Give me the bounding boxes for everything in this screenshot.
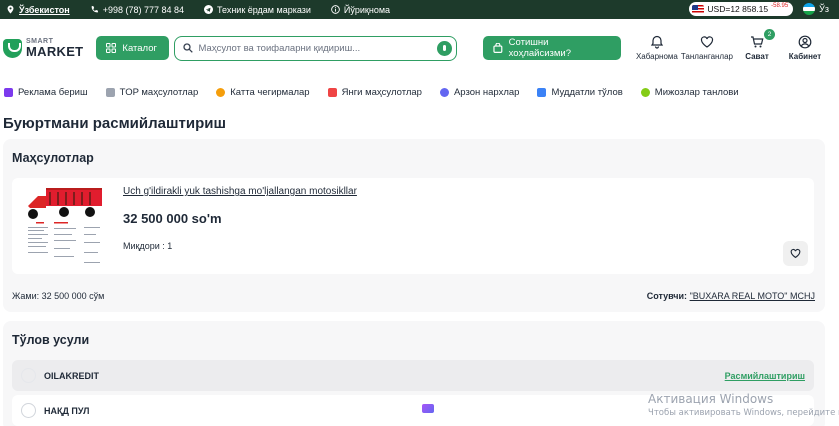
- cart-button[interactable]: 2 Сават: [733, 29, 781, 61]
- search-placeholder: Маҳсулот ва тоифаларни қидириш...: [198, 42, 361, 54]
- payment-radio[interactable]: [21, 403, 36, 418]
- usd-rate: USD=12 858.15: [707, 4, 769, 14]
- calendar-icon: [537, 87, 547, 97]
- account-label: Кабинет: [788, 52, 822, 61]
- payment-option-label: OILAKREDIT: [44, 370, 99, 381]
- nav-label: Мижозлар танлови: [654, 86, 739, 98]
- top-icon: [105, 87, 115, 97]
- main-header: SMART MARKET Каталог Маҳсулот ва тоифала…: [0, 19, 839, 77]
- phone-icon: [91, 5, 98, 13]
- microphone-icon[interactable]: [436, 40, 452, 56]
- shopping-bag-icon: [493, 43, 503, 53]
- language-switcher[interactable]: Ўз: [803, 3, 829, 15]
- top-bar: Ўзбекистон +998 (78) 777 84 84 Техник ёр…: [0, 0, 839, 19]
- heart-icon: [700, 36, 714, 48]
- products-title: Маҳсулотлар: [12, 151, 94, 165]
- usd-delta: -58.95: [771, 3, 789, 9]
- sell-label: Сотишни хоҳлайсизми?: [508, 37, 571, 59]
- watermark-title: Активация Windows: [648, 392, 774, 406]
- discount-icon: [216, 87, 226, 97]
- cart-icon: [751, 36, 764, 48]
- payment-radio[interactable]: [21, 368, 36, 383]
- currency-rate-badge[interactable]: USD=12 858.15 -58.95: [689, 2, 794, 16]
- windows-activation-watermark: Активация Windows Чтобы активировать Win…: [648, 392, 839, 418]
- logo-text-bottom: MARKET: [26, 44, 84, 59]
- favorites-label: Танланганлар: [680, 52, 733, 61]
- phone-text: +998 (78) 777 84 84: [102, 4, 185, 15]
- nav-item-installments[interactable]: Муддатли тўлов: [537, 86, 623, 98]
- notifications-label: Хабарнома: [635, 52, 678, 61]
- order-total: Жами: 32 500 000 сўм: [12, 291, 105, 301]
- product-image[interactable]: [24, 182, 106, 268]
- page-title: Буюртмани расмийлаштириш: [3, 115, 226, 132]
- product-price: 32 500 000 so'm: [123, 211, 222, 226]
- location-pin-icon: [7, 5, 14, 14]
- location-link[interactable]: Ўзбекистон: [6, 5, 70, 15]
- payment-option-label: НАҚД ПУЛ: [44, 405, 90, 416]
- seller-label: Сотувчи:: [646, 291, 688, 301]
- sell-button[interactable]: Сотишни хоҳлайсизми?: [482, 36, 621, 60]
- catalog-label: Каталог: [122, 42, 157, 54]
- product-quantity: Миқдори : 1: [123, 241, 173, 251]
- telegram-icon: [204, 5, 214, 14]
- nav-label: Арзон нархлар: [453, 86, 520, 98]
- uz-flag-icon: [803, 3, 816, 15]
- seller-info: Сотувчи: "BUXARA REAL MOTO" MCHJ: [647, 291, 815, 301]
- nav-item-customer-choice[interactable]: Мижозлар танлови: [640, 86, 739, 98]
- notifications-button[interactable]: Хабарнома: [633, 35, 681, 61]
- search-icon: [182, 43, 193, 53]
- account-button[interactable]: Кабинет: [781, 35, 829, 61]
- nav-item-advertise[interactable]: Реклама бериш: [4, 87, 88, 98]
- cash-icon: [422, 404, 434, 413]
- cart-label: Сават: [745, 52, 769, 61]
- nav-item-new-products[interactable]: Янги маҳсулотлар: [327, 86, 422, 98]
- favorites-button[interactable]: Танланганлар: [681, 35, 733, 61]
- product-item: Uch g'ildirakli yuk tashishga mo'ljallan…: [12, 178, 814, 274]
- user-icon: [798, 35, 812, 49]
- nav-label: TOP маҳсулотлар: [119, 86, 199, 98]
- grid-icon: [106, 43, 117, 53]
- seller-name-link[interactable]: "BUXARA REAL MOTO" MCHJ: [690, 291, 815, 301]
- us-flag-icon: [692, 4, 705, 14]
- support-link[interactable]: Техник ёрдам маркази: [204, 5, 311, 15]
- price-tag-icon: [439, 87, 449, 97]
- add-to-favorites-button[interactable]: [783, 241, 808, 266]
- catalog-button[interactable]: Каталог: [96, 36, 169, 60]
- megaphone-icon: [4, 87, 13, 97]
- watermark-text: Чтобы активировать Windows, перейдите в …: [648, 408, 839, 418]
- category-nav: Реклама бериш TOP маҳсулотлар Катта чеги…: [0, 77, 839, 107]
- new-icon: [327, 87, 337, 97]
- bell-icon: [650, 35, 664, 49]
- nav-item-big-discounts[interactable]: Катта чегирмалар: [216, 86, 310, 98]
- site-logo[interactable]: SMART MARKET: [3, 38, 96, 58]
- location-text: Ўзбекистон: [19, 4, 70, 15]
- guide-link[interactable]: Йўриқнома: [331, 5, 390, 15]
- heart-icon: [790, 248, 801, 259]
- cart-badge: 2: [764, 29, 775, 40]
- product-name-link[interactable]: Uch g'ildirakli yuk tashishga mo'ljallan…: [123, 186, 357, 197]
- payment-option-oilakredit[interactable]: OILAKREDIT Расмийлаштириш: [12, 360, 814, 391]
- nav-label: Катта чегирмалар: [230, 86, 310, 98]
- nav-label: Муддатли тўлов: [551, 86, 623, 98]
- support-text: Техник ёрдам маркази: [217, 4, 311, 15]
- guide-text: Йўриқнома: [343, 4, 391, 15]
- products-card: Маҳсулотлар Uch g'ildirakli yuk tashishg…: [3, 139, 825, 312]
- search-input[interactable]: Маҳсулот ва тоифаларни қидириш...: [173, 35, 457, 61]
- language-label: Ўз: [819, 4, 829, 14]
- phone-link[interactable]: +998 (78) 777 84 84: [90, 5, 184, 15]
- confirm-link[interactable]: Расмийлаштириш: [725, 371, 805, 381]
- nav-item-low-prices[interactable]: Арзон нархлар: [439, 86, 520, 98]
- info-icon: [331, 5, 340, 14]
- nav-label: Реклама бериш: [18, 86, 88, 98]
- nav-label: Янги маҳсулотлар: [341, 86, 422, 98]
- logo-mark-icon: [3, 38, 22, 58]
- thumbs-up-icon: [640, 87, 650, 97]
- header-icons: Хабарнома Танланганлар 2 Сават Кабинет: [633, 29, 829, 61]
- payment-title: Тўлов усули: [12, 333, 90, 347]
- nav-item-top-products[interactable]: TOP маҳсулотлар: [105, 86, 199, 98]
